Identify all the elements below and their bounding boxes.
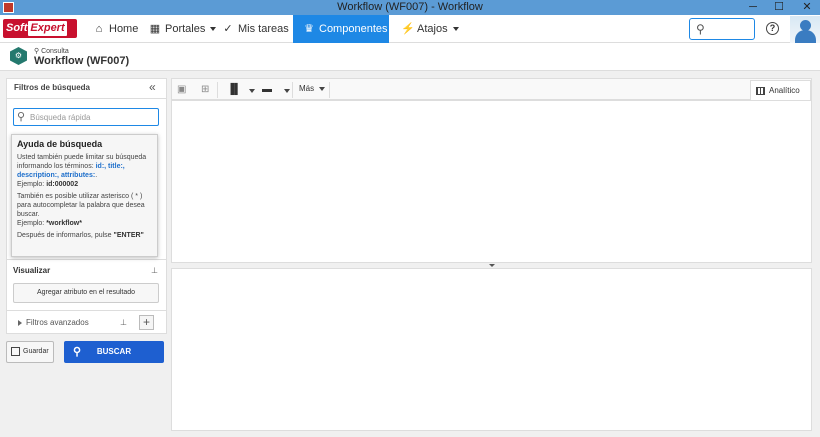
- tab-analytic[interactable]: Analítico: [750, 80, 811, 101]
- more-label: Más: [299, 84, 315, 93]
- logo-text-soft: Soft: [6, 22, 28, 34]
- example-value: id:000002: [46, 181, 79, 188]
- nav-portales[interactable]: ▦ Portales: [141, 15, 224, 43]
- nav-atajos[interactable]: ⚡ Atajos: [393, 15, 467, 43]
- main-content: ▣ ⊞ ▐▌ ▬ Más Analítico: [171, 78, 812, 431]
- quick-search-input[interactable]: [30, 110, 154, 124]
- bolt-icon: ⚡: [401, 23, 415, 35]
- divider: [7, 259, 166, 260]
- trophy-icon: ♛: [304, 23, 314, 35]
- top-navbar: Soft Expert ⌂ Home ▦ Portales ✓ Mis tareas ♛…: [0, 15, 820, 44]
- tooltip-title: Ayuda de búsqueda: [17, 139, 103, 149]
- tooltip-paragraph: Usted también puede limitar su búsqueda …: [17, 154, 147, 188]
- advanced-filters-label: Filtros avanzados: [26, 318, 89, 327]
- nav-mis-tareas-label: Mis tareas: [238, 23, 289, 35]
- nav-atajos-label: Atajos: [417, 23, 448, 35]
- search-icon: ⚲: [73, 346, 82, 358]
- pin-icon[interactable]: ⊥: [120, 318, 127, 327]
- global-search-input[interactable]: ⚲: [689, 18, 755, 40]
- tab-analytic-label: Analítico: [769, 86, 800, 95]
- search-icon: ⚲: [34, 48, 40, 55]
- chevron-down-icon[interactable]: [284, 89, 290, 93]
- chart-icon[interactable]: ▐▌: [227, 83, 241, 97]
- visualize-label: Visualizar: [13, 266, 51, 275]
- results-pane: [171, 100, 812, 263]
- save-button[interactable]: Guardar: [6, 341, 54, 363]
- filters-title: Filtros de búsqueda: [14, 83, 91, 92]
- breadcrumb: ⚲ Consulta: [34, 47, 69, 55]
- window-titlebar: Workflow (WF007) - Workflow ─ ☐ ✕: [0, 0, 820, 15]
- collapse-icon[interactable]: «: [149, 80, 156, 94]
- advanced-filters-toggle[interactable]: Filtros avanzados: [18, 318, 89, 327]
- table-icon: [756, 86, 765, 95]
- workflow-icon: ⚙: [10, 47, 27, 65]
- tooltip-paragraph: También es posible utilizar asterisco ( …: [17, 193, 145, 227]
- home-icon: ⌂: [95, 23, 103, 35]
- view-icon[interactable]: ▣: [177, 83, 186, 97]
- print-icon[interactable]: ▬: [262, 83, 272, 97]
- window-title: Workflow (WF007) - Workflow: [337, 1, 483, 13]
- search-help-tooltip: Ayuda de búsqueda Usted también puede li…: [11, 134, 158, 257]
- quick-search-field[interactable]: ⚲: [13, 108, 159, 126]
- search-icon: ⚲: [17, 111, 26, 123]
- grid-icon: ▦: [149, 23, 161, 35]
- divider: [7, 98, 166, 99]
- add-filter-button[interactable]: +: [139, 315, 154, 330]
- more-menu[interactable]: Más: [299, 84, 326, 93]
- check-icon: ✓: [223, 23, 233, 35]
- user-avatar[interactable]: [790, 16, 820, 44]
- search-button-label: BUSCAR: [96, 347, 132, 356]
- page-subtitle: Consulta: [41, 48, 69, 55]
- divider: [7, 310, 166, 311]
- chevron-down-icon: [489, 264, 495, 267]
- close-button[interactable]: ✕: [794, 0, 820, 15]
- save-icon: [11, 346, 20, 356]
- nav-home[interactable]: ⌂ Home: [85, 15, 146, 43]
- detail-pane: [171, 268, 812, 431]
- chevron-down-icon[interactable]: [249, 89, 255, 93]
- nav-home-label: Home: [109, 23, 139, 35]
- maximize-button[interactable]: ☐: [766, 0, 792, 15]
- help-button[interactable]: ?: [766, 22, 779, 35]
- tooltip-paragraph: Después de informarlos, pulse "ENTER": [17, 232, 144, 239]
- page-header: ⚙ ⚲ Consulta Workflow (WF007): [0, 43, 820, 71]
- nav-portales-label: Portales: [165, 23, 206, 35]
- save-label: Guardar: [23, 348, 49, 355]
- page-title: Workflow (WF007): [34, 55, 130, 67]
- chevron-down-icon: [319, 86, 326, 91]
- example-value: *workflow*: [46, 220, 82, 227]
- enter-key: "ENTER": [113, 232, 144, 239]
- search-icon: ⚲: [696, 22, 705, 36]
- chevron-right-icon: [18, 319, 22, 326]
- chevron-down-icon: [452, 27, 459, 32]
- hierarchy-icon[interactable]: ⊞: [201, 83, 209, 97]
- nav-componentes[interactable]: ♛ Componentes: [293, 15, 399, 43]
- minimize-button[interactable]: ─: [740, 0, 766, 15]
- nav-componentes-label: Componentes: [319, 23, 388, 35]
- softexpert-logo[interactable]: Soft Expert: [3, 19, 77, 38]
- search-button[interactable]: ⚲ BUSCAR: [64, 341, 164, 363]
- logo-text-expert: Expert: [28, 21, 67, 36]
- results-toolbar: ▣ ⊞ ▐▌ ▬ Más Analítico: [171, 78, 812, 101]
- add-attribute-button[interactable]: Agregar atributo en el resultado: [13, 283, 159, 303]
- pin-icon[interactable]: ⊥: [151, 266, 158, 275]
